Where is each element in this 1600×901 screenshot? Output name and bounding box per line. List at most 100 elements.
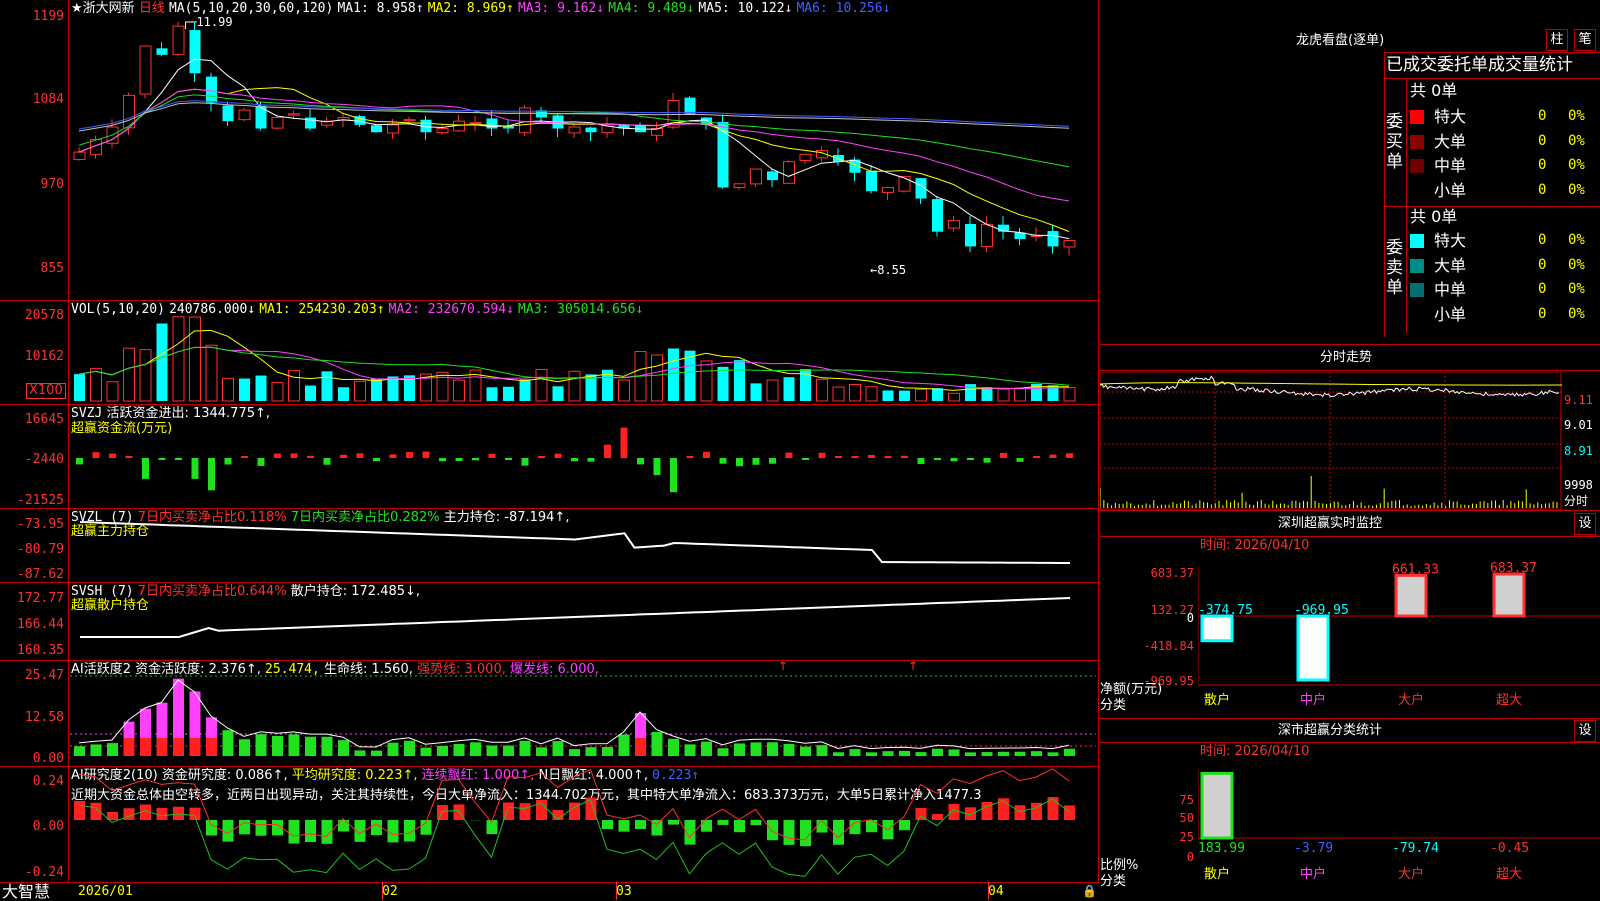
buy-pct: 0% [1568,158,1585,173]
szc-category-2: 中户 [1300,866,1326,882]
ai1-arrow-mark: ↑ [908,662,918,673]
ai-activity-chart[interactable]: ↑↑ [70,662,1096,765]
ai1-bar [454,744,465,756]
ai1-bar [404,741,415,756]
ai-research-chart[interactable] [70,768,1096,881]
sell-pct: 0% [1568,307,1585,322]
ai2-bar [437,805,448,820]
sz-bar-label-4: 683.37 [1490,561,1537,576]
sz-bar-4 [1494,574,1524,616]
szc-category-4: 超大 [1496,867,1522,882]
ma4-value: MA4: 9.489↓ [608,1,694,16]
ai1-bar [751,742,762,756]
ai2-bar [701,820,712,832]
candle-body [1064,241,1075,247]
ai2-bar [520,803,531,820]
intraday-sub-label[interactable]: 分时 [1564,494,1588,509]
vol-bar [206,345,217,401]
svsh-line-chart[interactable] [70,584,1096,660]
vol-bar [173,317,184,401]
vol-bar [982,387,993,401]
period-label[interactable]: 日线 [139,1,165,16]
price-axis-1: 1199 [0,10,64,24]
sell-color-swatch [1410,308,1424,322]
intraday-chart[interactable] [1100,372,1562,510]
svzj-bar [505,458,512,460]
ai2-bar [949,804,960,820]
lock-icon[interactable]: 🔒 [1082,884,1097,899]
svzj-bar [291,453,298,458]
sz-bar-3 [1396,575,1426,616]
ai1-bar [800,747,811,756]
candle-body [239,110,250,120]
ai1-bar [470,742,481,756]
svzj-bar [522,458,529,466]
svzj-bar [934,458,941,460]
vol-bar [124,348,135,401]
svzj-bar [126,456,133,458]
buy-total: 共 0单 [1410,82,1457,100]
svzj-bar [868,455,875,458]
sz-monitor-chart[interactable]: -374.75散户-969.95中户661.33大户683.37超大 [1198,556,1600,716]
ai1-bar [388,743,399,756]
main-chart-area[interactable]: ★浙大网新 日线 MA(5,10,20,30,60,120) MA1: 8.95… [0,0,1100,900]
price-header: ★浙大网新 日线 MA(5,10,20,30,60,120) MA1: 8.95… [71,1,890,16]
ai2-bar [157,808,168,820]
vol-bar [701,361,712,401]
ai1-bar-base [635,738,646,756]
sz-class-settings-button[interactable]: 设 [1574,720,1596,742]
intraday-axis-3: 8.91 [1564,444,1593,459]
svzl-line [80,522,1070,563]
svzj-bar [786,453,793,458]
ai2-bar [899,820,910,830]
ai1-bar [701,742,712,756]
ai1-bar [734,743,745,756]
ai1-bar-base [190,738,201,756]
date-axis-3: 03 [616,884,632,899]
svzj-bar [76,458,83,464]
ai2-bar [239,820,250,834]
candlestick-chart[interactable] [70,18,1096,298]
sz-class-chart[interactable]: 183.99散户-3.79中户-79.74大户-0.45超大 [1198,770,1600,900]
sell-count: 0 [1538,307,1546,322]
sz-monitor-settings-button[interactable]: 设 [1574,513,1596,535]
ai1-bar [718,748,729,756]
vol-bar [305,386,316,401]
buy-pct: 0% [1568,183,1585,198]
vol-bar [652,355,663,401]
dragon-tiger-title: 龙虎看盘(逐单) [1296,33,1384,48]
ma-params: MA(5,10,20,30,60,120) [169,1,333,16]
vol-bar [569,371,580,401]
ai1-bar [536,747,547,756]
ai2-bar [668,820,679,825]
vol-bar [751,383,762,401]
svzj-bar [555,454,562,458]
svzj-chart[interactable] [70,418,1096,506]
sell-row: 特大00% [1410,230,1600,252]
volume-chart[interactable] [70,315,1096,403]
ai1-bar [256,734,267,756]
svzj-bar [357,453,364,458]
sz-monitor-time: 时间: 2026/04/10 [1200,538,1309,553]
tick-view-button[interactable]: 笔 [1574,29,1596,51]
vol-bar [767,380,778,401]
ai1-bar [916,752,927,756]
ai1-bar [685,744,696,756]
vol-bar [487,387,498,401]
order-stats-tabs[interactable]: 已成交委托单成交量统计 [1386,55,1573,75]
vol-bar [74,374,85,401]
sell-color-swatch [1410,283,1424,297]
sell-row: 大单00% [1410,255,1600,277]
ai2-bar [388,820,399,842]
candle-body [866,171,877,191]
column-view-button[interactable]: 柱 [1546,29,1568,51]
svsh-line [80,598,1070,637]
svzl-line-chart[interactable] [70,510,1096,582]
buy-color-swatch [1410,184,1424,198]
buy-count: 0 [1538,109,1546,124]
sz-bar-label-2: -969.95 [1294,603,1349,618]
svzj-bar [241,456,248,458]
date-axis-4: 04 [988,884,1004,899]
candle-body [1048,231,1059,246]
buy-row: 小单00% [1410,180,1600,202]
